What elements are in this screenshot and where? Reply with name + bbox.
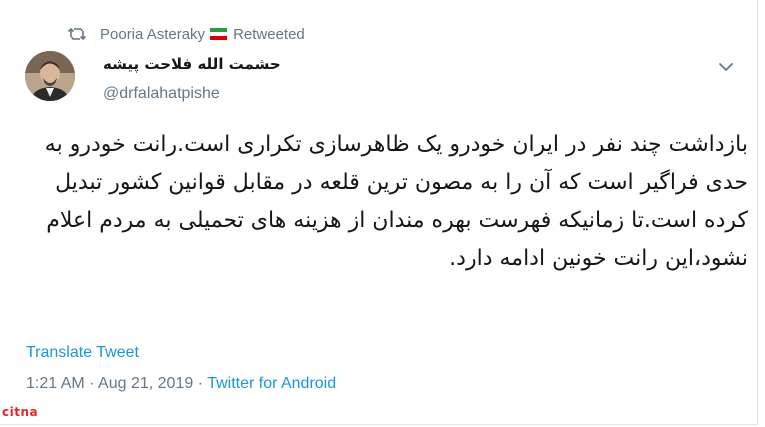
- watermark-logo: citna: [2, 405, 39, 419]
- retweeter-name[interactable]: Pooria Asteraky: [100, 26, 205, 43]
- tweet-card: Pooria Asteraky Retweeted حشمت الله فلاح…: [0, 0, 758, 425]
- chevron-down-icon[interactable]: [718, 58, 734, 71]
- tweet-time[interactable]: 1:21 AM: [26, 375, 85, 392]
- meta-separator: ·: [193, 375, 208, 392]
- iran-flag-icon: [210, 28, 228, 40]
- tweet-source-link[interactable]: Twitter for Android: [207, 375, 336, 392]
- meta-separator: ·: [84, 375, 99, 392]
- avatar[interactable]: [25, 51, 75, 101]
- author-handle[interactable]: @drfalahatpishe: [103, 85, 220, 103]
- retweeted-label: Retweeted: [233, 25, 305, 43]
- author-name[interactable]: حشمت الله فلاحت پیشه: [103, 55, 281, 73]
- retweet-icon: [67, 27, 87, 41]
- retweet-context: Pooria Asteraky Retweeted: [67, 24, 305, 44]
- tweet-date[interactable]: Aug 21, 2019: [98, 375, 193, 392]
- tweet-metadata: 1:21 AM · Aug 21, 2019 · Twitter for And…: [26, 375, 336, 393]
- tweet-text: بازداشت چند نفر در ایران خودرو یک ظاهرسا…: [44, 132, 748, 271]
- translate-tweet-link[interactable]: Translate Tweet: [26, 344, 139, 362]
